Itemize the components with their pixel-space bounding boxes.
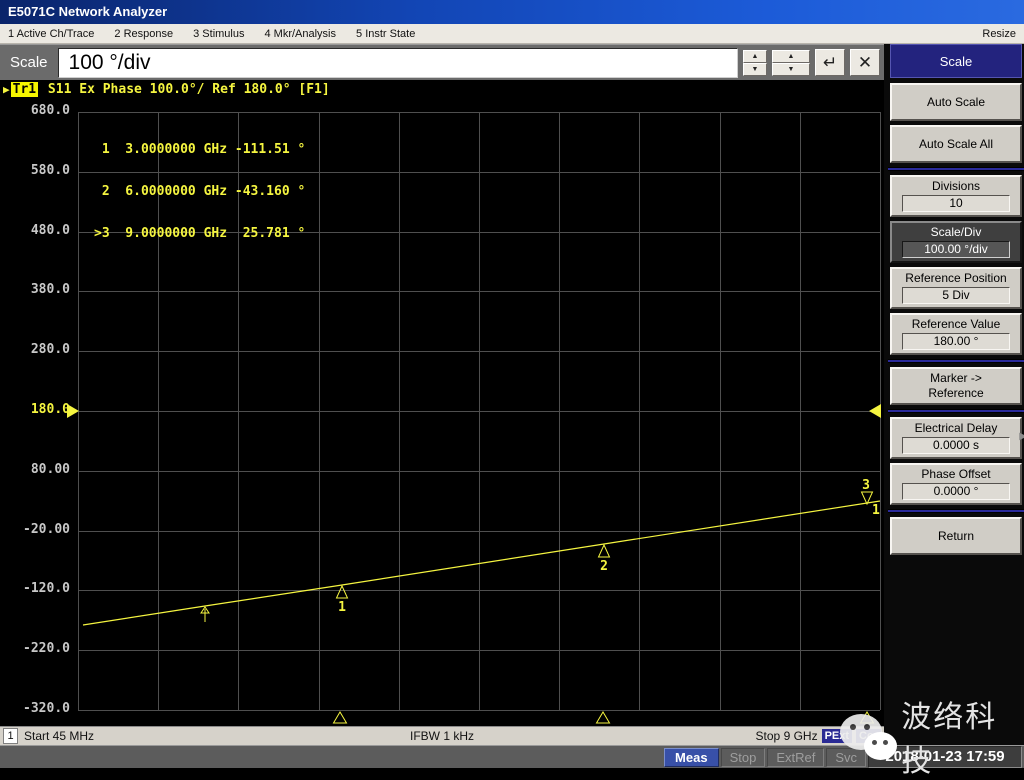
marker2-stimulus-icon [595,711,611,724]
menu-bar: 1 Active Ch/Trace 2 Response 3 Stimulus … [0,24,1024,44]
phase-offset-button[interactable]: Phase Offset 0.0000 ° [890,463,1022,505]
spin-down-small-icon[interactable]: ▼ [743,62,767,76]
menu-active-ch-trace[interactable]: 1 Active Ch/Trace [8,28,94,40]
reference-value-value: 180.00 ° [902,333,1010,350]
measurement-display: ▶ Tr1 S11 Ex Phase 100.0°/ Ref 180.0° [F… [0,80,884,726]
channel-status-bar: 1 Start 45 MHz IFBW 1 kHz Stop 9 GHz PEx… [0,726,884,745]
reference-position-button[interactable]: Reference Position 5 Div [890,267,1022,309]
auto-scale-all-button[interactable]: Auto Scale All [890,125,1022,163]
marker2-icon [597,543,611,558]
divisions-value: 10 [902,195,1010,212]
entry-label: Scale [10,54,48,71]
coarse-spinner: ▲ ▼ [772,49,810,76]
electrical-delay-button[interactable]: Electrical Delay 0.0000 s ▶ [890,417,1024,459]
marker-readout-row3: >3 9.0000000 GHz 25.781 ° [94,226,306,241]
spin-down-large-icon[interactable]: ▼ [772,62,810,76]
close-entry-button[interactable]: ✕ [850,49,880,76]
marker3-trace-number: 1 [872,503,880,518]
submenu-arrow-icon: ▶ [1019,431,1024,442]
softkey-menu: Scale Auto Scale Auto Scale All Division… [884,44,1024,745]
menu-mkr-analysis[interactable]: 4 Mkr/Analysis [264,28,336,40]
marker1-number: 1 [338,600,346,615]
ifbw-value: IFBW 1 kHz [409,729,475,743]
scale-div-value: 100.00 °/div [902,241,1010,258]
fine-spinner: ▲ ▼ [743,49,767,76]
softkey-separator [888,167,1024,171]
menu-response[interactable]: 2 Response [114,28,173,40]
trace1-curve [82,500,881,626]
wechat-icon [834,712,897,760]
softkey-separator [888,409,1024,413]
spin-up-large-icon[interactable]: ▲ [772,49,810,63]
window-titlebar: E5071C Network Analyzer [0,0,1024,24]
stop-frequency: Stop 9 GHz [755,729,818,743]
reference-position-value: 5 Div [902,287,1010,304]
meas-status-button[interactable]: Meas [664,747,719,767]
divisions-button[interactable]: Divisions 10 [890,175,1022,217]
extref-indicator: ExtRef [767,747,825,767]
scale-div-button[interactable]: Scale/Div 100.00 °/div [890,221,1022,263]
softkey-separator [888,359,1024,363]
marker-readout-row1: 1 3.0000000 GHz -111.51 ° [94,142,306,157]
auto-scale-button[interactable]: Auto Scale [890,83,1022,121]
reference-arrow-left-icon [67,404,79,418]
window-title: E5071C Network Analyzer [8,4,168,19]
spin-up-small-icon[interactable]: ▲ [743,49,767,63]
start-frequency: Start 45 MHz [24,729,95,743]
menu-stimulus[interactable]: 3 Stimulus [193,28,244,40]
channel-number-box: 1 [3,728,18,744]
marker-to-reference-button[interactable]: Marker -> Reference [890,367,1022,405]
reference-value-button[interactable]: Reference Value 180.00 ° [890,313,1022,355]
enter-button[interactable]: ↵ [815,49,845,76]
sweep-stop-indicator: Stop [720,747,766,767]
softkey-menu-title: Scale [890,44,1022,78]
softkey-separator [888,509,1024,513]
return-button[interactable]: Return [890,517,1022,555]
watermark: 波络科技 [834,692,1024,780]
watermark-text: 波络科技 [901,701,998,778]
entry-toolbar: Scale 100 °/div ▲ ▼ ▲ ▼ ↵ ✕ [0,44,884,80]
electrical-delay-value: 0.0000 s [902,437,1010,454]
marker-readout-row2: 2 6.0000000 GHz -43.160 ° [94,184,306,199]
phase-offset-value: 0.0000 ° [902,483,1010,500]
marker-readout: 1 3.0000000 GHz -111.51 ° 2 6.0000000 GH… [94,115,305,269]
menu-resize[interactable]: Resize [982,28,1016,40]
scale-entry-field[interactable]: 100 °/div [57,47,738,78]
trace-tick-icon [200,606,210,622]
marker2-number: 2 [600,559,608,574]
reference-arrow-right-icon [869,404,881,418]
marker3-number: 3 [862,478,870,493]
marker1-icon [335,584,349,599]
marker1-stimulus-icon [332,711,348,724]
menu-instr-state[interactable]: 5 Instr State [356,28,415,40]
